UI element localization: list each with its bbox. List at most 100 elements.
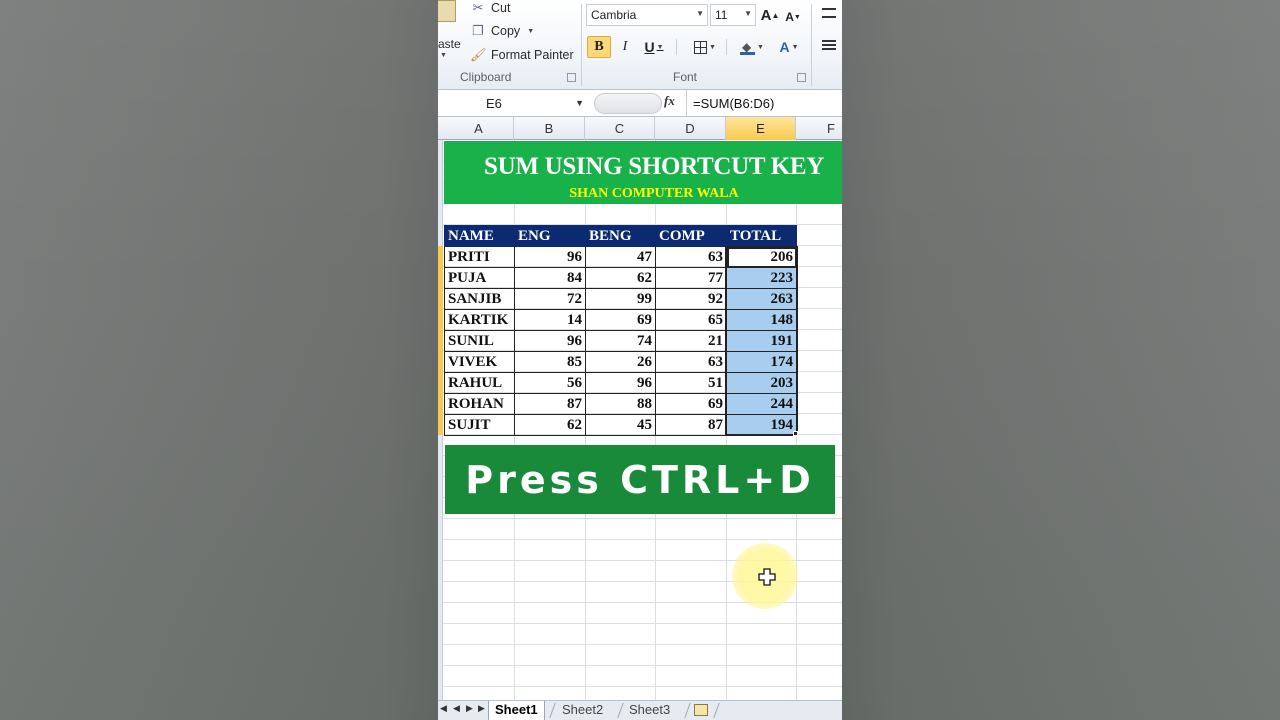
score-cell[interactable]: 84 bbox=[514, 267, 586, 289]
column-header-c[interactable]: C bbox=[585, 117, 655, 140]
clipboard-launcher-icon[interactable] bbox=[567, 73, 576, 82]
score-cell[interactable]: 69 bbox=[585, 309, 656, 331]
sheet-tab-sheet2[interactable]: Sheet2 bbox=[556, 701, 609, 720]
name-cell[interactable]: RAHUL bbox=[444, 372, 515, 394]
row-header-selected[interactable] bbox=[438, 330, 443, 351]
shrink-font-button[interactable]: A ▼ bbox=[784, 6, 802, 28]
score-cell[interactable]: 21 bbox=[655, 330, 727, 352]
fill-color-button[interactable]: ◆ ▼ bbox=[736, 36, 768, 58]
score-cell[interactable]: 96 bbox=[514, 246, 586, 268]
column-header-name[interactable]: NAME bbox=[444, 225, 515, 247]
score-cell[interactable]: 56 bbox=[514, 372, 586, 394]
score-cell[interactable]: 96 bbox=[585, 372, 656, 394]
name-cell[interactable]: SANJIB bbox=[444, 288, 515, 310]
formula-input[interactable]: =SUM(B6:D6) bbox=[686, 90, 842, 117]
font-color-button[interactable]: A ▼ bbox=[774, 36, 804, 58]
name-cell[interactable]: ROHAN bbox=[444, 393, 515, 415]
font-launcher-icon[interactable] bbox=[797, 73, 806, 82]
row-header-selected[interactable] bbox=[438, 351, 443, 372]
first-sheet-icon[interactable]: ◀ bbox=[440, 703, 447, 714]
insert-sheet-icon[interactable] bbox=[694, 704, 708, 716]
font-size-select[interactable]: 11 ▼ bbox=[710, 4, 756, 26]
score-cell[interactable]: 87 bbox=[514, 393, 586, 415]
score-cell[interactable]: 26 bbox=[585, 351, 656, 373]
next-sheet-icon[interactable]: ▶ bbox=[466, 703, 473, 714]
row-header-selected[interactable] bbox=[438, 393, 443, 414]
name-cell[interactable]: PUJA bbox=[444, 267, 515, 289]
row-header-selected[interactable] bbox=[438, 288, 443, 309]
column-header-beng[interactable]: BENG bbox=[585, 225, 656, 247]
bold-button[interactable]: B bbox=[587, 36, 611, 58]
name-cell[interactable]: PRITI bbox=[444, 246, 515, 268]
insert-function-icon[interactable]: fx bbox=[664, 93, 675, 109]
table-row: RAHUL 56 96 51 203 bbox=[444, 372, 797, 394]
worksheet-grid[interactable]: A B C D E F SUM USING SHORTCUT KEY SHAN … bbox=[438, 117, 842, 700]
column-header-comp[interactable]: COMP bbox=[655, 225, 727, 247]
copy-button[interactable]: ❐ Copy ▼ bbox=[470, 23, 534, 39]
name-box[interactable]: E6 ▼ bbox=[438, 93, 590, 114]
last-sheet-icon[interactable]: ▶ bbox=[478, 703, 485, 714]
row-header-selected[interactable] bbox=[438, 372, 443, 393]
total-cell[interactable]: 203 bbox=[726, 372, 797, 394]
score-cell[interactable]: 88 bbox=[585, 393, 656, 415]
score-cell[interactable]: 62 bbox=[514, 414, 586, 436]
score-cell[interactable]: 47 bbox=[585, 246, 656, 268]
score-cell[interactable]: 45 bbox=[585, 414, 656, 436]
column-header-eng[interactable]: ENG bbox=[514, 225, 586, 247]
score-cell[interactable]: 63 bbox=[655, 246, 727, 268]
name-cell[interactable]: SUJIT bbox=[444, 414, 515, 436]
row-header-selected[interactable] bbox=[438, 414, 443, 435]
align-top-button[interactable] bbox=[822, 6, 838, 20]
column-header-b[interactable]: B bbox=[514, 117, 585, 140]
align-left-button[interactable] bbox=[822, 40, 838, 56]
score-cell[interactable]: 72 bbox=[514, 288, 586, 310]
grow-font-button[interactable]: A ▲ bbox=[760, 4, 780, 26]
score-cell[interactable]: 62 bbox=[585, 267, 656, 289]
column-header-total[interactable]: TOTAL bbox=[726, 225, 797, 247]
total-cell[interactable]: 194 bbox=[726, 414, 797, 436]
formula-bar-handle[interactable] bbox=[594, 93, 662, 114]
underline-button[interactable]: U ▼ bbox=[639, 36, 669, 58]
score-cell[interactable]: 92 bbox=[655, 288, 727, 310]
row-header-selected[interactable] bbox=[438, 246, 443, 267]
italic-button[interactable]: I bbox=[615, 36, 635, 58]
score-cell[interactable]: 99 bbox=[585, 288, 656, 310]
total-cell[interactable]: 191 bbox=[726, 330, 797, 352]
table-row: PUJA 84 62 77 223 bbox=[444, 267, 797, 289]
prev-sheet-icon[interactable]: ◀ bbox=[453, 703, 460, 714]
sheet-tab-sheet1[interactable]: Sheet1 bbox=[488, 701, 545, 720]
row-header-selected[interactable] bbox=[438, 267, 443, 288]
paste-button[interactable]: aste ▼ bbox=[438, 0, 464, 64]
fill-handle[interactable] bbox=[793, 431, 798, 436]
format-painter-button[interactable]: 🖌 Format Painter bbox=[470, 47, 574, 63]
total-cell[interactable]: 174 bbox=[726, 351, 797, 373]
total-cell[interactable]: 263 bbox=[726, 288, 797, 310]
score-cell[interactable]: 51 bbox=[655, 372, 727, 394]
column-header-d[interactable]: D bbox=[655, 117, 726, 140]
name-cell[interactable]: KARTIK bbox=[444, 309, 515, 331]
score-cell[interactable]: 65 bbox=[655, 309, 727, 331]
score-cell[interactable]: 77 bbox=[655, 267, 727, 289]
column-header-e[interactable]: E bbox=[726, 117, 796, 140]
total-cell[interactable]: 206 bbox=[726, 246, 797, 268]
score-cell[interactable]: 85 bbox=[514, 351, 586, 373]
column-header-a[interactable]: A bbox=[444, 117, 514, 140]
score-cell[interactable]: 69 bbox=[655, 393, 727, 415]
score-cell[interactable]: 87 bbox=[655, 414, 727, 436]
score-cell[interactable]: 14 bbox=[514, 309, 586, 331]
column-header-f[interactable]: F bbox=[796, 117, 842, 140]
total-cell[interactable]: 148 bbox=[726, 309, 797, 331]
excel-window: aste ▼ ✂ Cut ❐ Copy ▼ 🖌 Format Painter C… bbox=[438, 0, 842, 720]
total-cell[interactable]: 244 bbox=[726, 393, 797, 415]
total-cell[interactable]: 223 bbox=[726, 267, 797, 289]
font-name-select[interactable]: Cambria ▼ bbox=[586, 4, 708, 26]
score-cell[interactable]: 96 bbox=[514, 330, 586, 352]
row-header-selected[interactable] bbox=[438, 309, 443, 330]
borders-button[interactable]: ▼ bbox=[688, 36, 722, 58]
score-cell[interactable]: 63 bbox=[655, 351, 727, 373]
name-cell[interactable]: SUNIL bbox=[444, 330, 515, 352]
sheet-tab-sheet3[interactable]: Sheet3 bbox=[623, 701, 676, 720]
name-cell[interactable]: VIVEK bbox=[444, 351, 515, 373]
cut-button[interactable]: ✂ Cut bbox=[470, 0, 511, 16]
score-cell[interactable]: 74 bbox=[585, 330, 656, 352]
